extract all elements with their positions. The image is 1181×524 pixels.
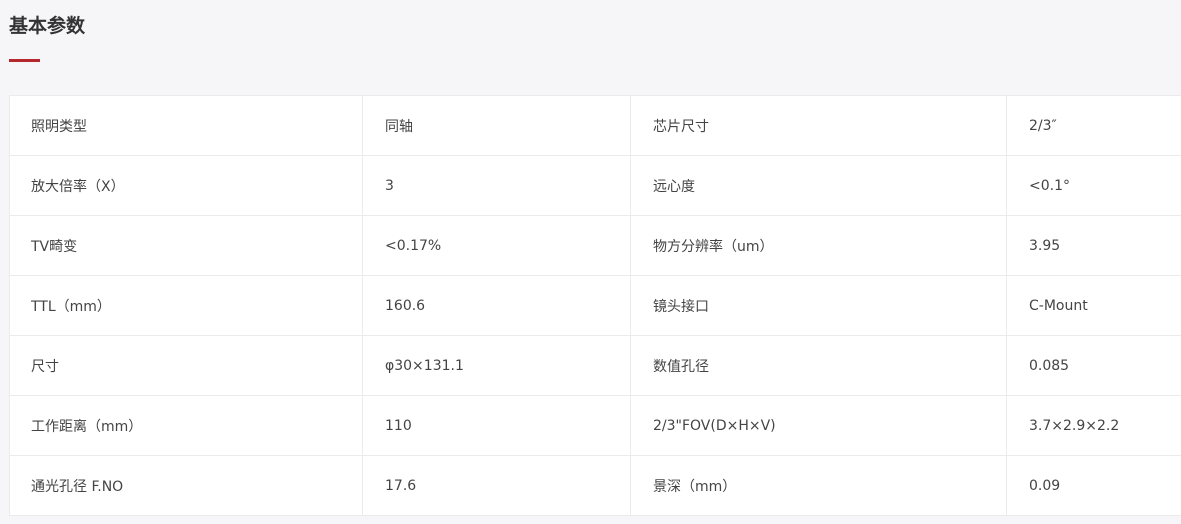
param-value: φ30×131.1 xyxy=(362,335,631,396)
param-label: 照明类型 xyxy=(9,95,363,156)
param-value: <0.17% xyxy=(362,215,631,276)
param-label: 物方分辨率（um） xyxy=(630,215,1007,276)
table-row: TV畸变 <0.17% 物方分辨率（um） 3.95 xyxy=(9,215,1181,276)
table-row: 放大倍率（X） 3 远心度 <0.1° xyxy=(9,155,1181,216)
table-row: 尺寸 φ30×131.1 数值孔径 0.085 xyxy=(9,335,1181,396)
section-title: 基本参数 xyxy=(9,15,86,37)
param-label: TV畸变 xyxy=(9,215,363,276)
param-value: 3 xyxy=(362,155,631,216)
spec-table-body: 照明类型 同轴 芯片尺寸 2/3″ 放大倍率（X） 3 远心度 <0.1° TV畸变 <0.17%… xyxy=(9,95,1181,516)
param-value: 110 xyxy=(362,395,631,456)
param-value: <0.1° xyxy=(1006,155,1181,216)
param-value: C-Mount xyxy=(1006,275,1181,336)
param-value: 160.6 xyxy=(362,275,631,336)
param-label: 工作距离（mm） xyxy=(9,395,363,456)
param-label: 远心度 xyxy=(630,155,1007,216)
param-value: 2/3″ xyxy=(1006,95,1181,156)
param-value: 0.085 xyxy=(1006,335,1181,396)
param-label: 尺寸 xyxy=(9,335,363,396)
param-label: 镜头接口 xyxy=(630,275,1007,336)
table-row: 通光孔径 F.NO 17.6 景深（mm） 0.09 xyxy=(9,455,1181,516)
param-label: 放大倍率（X） xyxy=(9,155,363,216)
param-label: 2/3"FOV(D×H×V) xyxy=(630,395,1007,456)
param-label: TTL（mm） xyxy=(9,275,363,336)
param-value: 17.6 xyxy=(362,455,631,516)
table-row: TTL（mm） 160.6 镜头接口 C-Mount xyxy=(9,275,1181,336)
spec-table: 照明类型 同轴 芯片尺寸 2/3″ 放大倍率（X） 3 远心度 <0.1° TV畸变 <0.17%… xyxy=(9,95,1181,516)
param-label: 芯片尺寸 xyxy=(630,95,1007,156)
param-label: 通光孔径 F.NO xyxy=(9,455,363,516)
param-label: 景深（mm） xyxy=(630,455,1007,516)
param-label: 数值孔径 xyxy=(630,335,1007,396)
title-underline xyxy=(9,59,40,62)
section-header: 基本参数 xyxy=(9,14,86,62)
param-value: 3.7×2.9×2.2 xyxy=(1006,395,1181,456)
param-value: 0.09 xyxy=(1006,455,1181,516)
param-value: 同轴 xyxy=(362,95,631,156)
table-row: 照明类型 同轴 芯片尺寸 2/3″ xyxy=(9,95,1181,156)
table-row: 工作距离（mm） 110 2/3"FOV(D×H×V) 3.7×2.9×2.2 xyxy=(9,395,1181,456)
param-value: 3.95 xyxy=(1006,215,1181,276)
